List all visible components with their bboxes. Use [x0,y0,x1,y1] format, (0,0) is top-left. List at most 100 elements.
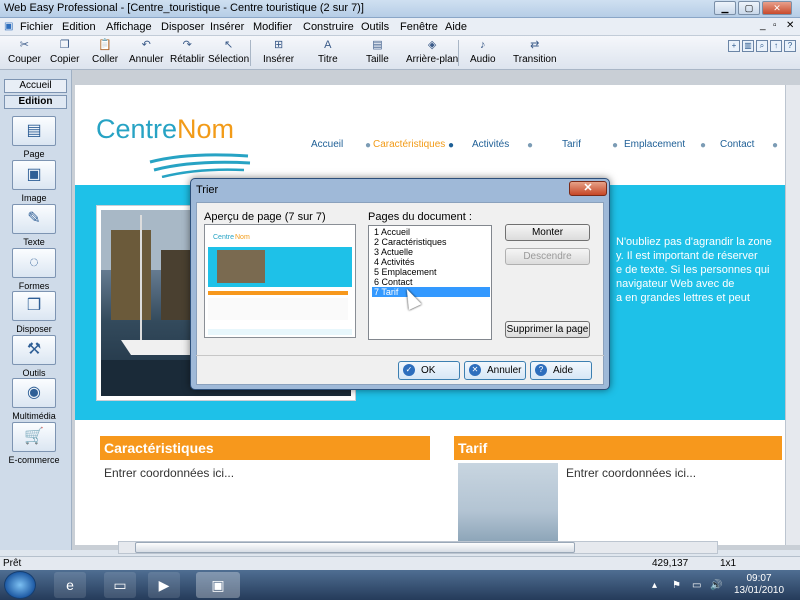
title-label: Titre [318,54,338,65]
page-list-item[interactable]: 2 Caractéristiques [372,237,490,247]
logo-waves [149,153,251,178]
display-icon[interactable]: ▭ [692,580,701,591]
hero-text[interactable]: N'oubliez pas d'agrandir la zone y. Il e… [616,235,784,305]
transition-button[interactable]: ⇄ Transition [513,38,557,65]
network-icon[interactable]: ⚑ [672,580,681,591]
status-coords: 429,137 [652,558,689,569]
delete-page-button[interactable]: Supprimer la page [505,321,590,338]
panel-text[interactable]: ✎ Texte [8,204,60,247]
mini-tool-icon[interactable]: + [728,40,740,52]
move-up-button[interactable]: Monter [505,224,590,241]
title-button[interactable]: A Titre [318,38,338,65]
ok-button[interactable]: ✓ OK [398,361,460,380]
section-caracteristiques-body[interactable]: Entrer coordonnées ici... [104,466,234,480]
section-caracteristiques-title[interactable]: Caractéristiques [100,436,430,460]
page-list-item[interactable]: 5 Emplacement [372,267,490,277]
minimize-button[interactable]: ▁ [714,1,736,15]
dialog-title: Trier [196,184,219,196]
panel-image[interactable]: ▣ Image [8,160,60,203]
site-nav-tarif[interactable]: Tarif [562,139,581,150]
size-button[interactable]: ▤ Taille [366,38,389,65]
maximize-button[interactable]: ▢ [738,1,760,15]
move-down-button[interactable]: Descendre [505,248,590,265]
cancel-button[interactable]: ✕ Annuler [464,361,526,380]
menu-affichage[interactable]: Affichage [106,21,152,33]
page-list-item[interactable]: 4 Activités [372,257,490,267]
panel-ecommerce[interactable]: 🛒 E-commerce [8,422,60,465]
panel-multimedia[interactable]: ◉ Multimédia [8,378,60,421]
page-list-item-selected[interactable]: 7 Tarif [372,287,490,297]
cut-button[interactable]: ✂ Couper [8,38,41,65]
audio-button[interactable]: ♪ Audio [470,38,496,65]
audio-icon: ♪ [480,39,486,51]
site-nav-activites[interactable]: Activités [472,139,509,150]
tab-edition[interactable]: Edition [4,95,67,109]
panel-image-label: Image [21,193,47,203]
section-tarif-body[interactable]: Entrer coordonnées ici... [566,466,696,480]
site-nav-accueil[interactable]: Accueil [311,139,343,150]
tarif-photo[interactable] [458,463,558,543]
doc-minimize-icon[interactable]: _ [760,20,766,31]
logo-part2: Nom [177,114,235,144]
menu-fichier[interactable]: Fichier [20,21,53,33]
volume-icon[interactable]: 🔊 [710,580,722,591]
site-nav-caracteristiques[interactable]: Caractéristiques [373,139,445,150]
doc-close-icon[interactable]: ✕ [786,20,794,31]
menu-inserer[interactable]: Insérer [210,21,244,33]
menu-outils[interactable]: Outils [361,21,389,33]
undo-button[interactable]: ↶ Annuler [129,38,163,65]
start-button[interactable] [4,571,36,599]
menu-aide[interactable]: Aide [445,21,467,33]
page-list-item[interactable]: 3 Actuelle [372,247,490,257]
site-nav-contact[interactable]: Contact [720,139,754,150]
help-button[interactable]: ? Aide [530,361,592,380]
publish-icon[interactable]: ↑ [770,40,782,52]
panel-page[interactable]: ▤ Page [8,116,60,159]
insert-label: Insérer [263,54,295,65]
explorer-icon[interactable]: ▭ [104,572,136,598]
menu-edition[interactable]: Edition [62,21,96,33]
copy-button[interactable]: ❐ Copier [50,38,79,65]
menu-construire[interactable]: Construire [303,21,354,33]
insert-button[interactable]: ⊞ Insérer [263,38,294,65]
site-nav-emplacement[interactable]: Emplacement [624,139,685,150]
redo-button[interactable]: ↷ Rétablir [170,38,204,65]
doc-restore-icon[interactable]: ▫ [773,20,777,31]
status-bar: Prêt 429,137 1x1 [0,556,800,570]
panel-shapes[interactable]: ◌ Formes [8,248,60,291]
background-label: Arrière-plan [406,54,459,65]
menu-modifier[interactable]: Modifier [253,21,292,33]
ie-icon[interactable]: e [54,572,86,598]
media-player-icon[interactable]: ▶ [148,572,180,598]
horizontal-scroll-thumb[interactable] [135,542,575,553]
section-tarif-title[interactable]: Tarif [454,436,782,460]
tray-arrow-icon[interactable]: ▴ [652,580,657,591]
menu-disposer[interactable]: Disposer [161,21,204,33]
webeasy-task-icon[interactable]: ▣ [196,572,240,598]
help-icon[interactable]: ? [784,40,796,52]
paste-label: Coller [92,54,119,65]
panel-arrange[interactable]: ❒ Disposer [8,291,60,334]
app-icon[interactable]: ▣ [4,21,13,32]
dialog-close-button[interactable]: ✕ [569,181,607,196]
book-icon[interactable]: ▥ [742,40,754,52]
clock[interactable]: 09:07 13/01/2010 [728,573,790,597]
vertical-scrollbar[interactable] [785,85,800,545]
paste-button[interactable]: 📋 Coller [92,38,118,65]
select-button[interactable]: ↖ Sélection [208,38,249,65]
page-list-item[interactable]: 6 Contact [372,277,490,287]
menu-fenetre[interactable]: Fenêtre [400,21,438,33]
preview-icon[interactable]: ⌕ [756,40,768,52]
size-icon: ▤ [372,39,383,51]
tab-accueil[interactable]: Accueil [4,79,67,93]
copy-label: Copier [50,54,80,65]
close-button[interactable]: ✕ [762,1,792,15]
page-list-item[interactable]: 1 Accueil [372,227,490,237]
copy-icon: ❐ [59,39,70,51]
cancel-icon: ✕ [469,364,481,376]
window-titlebar: Web Easy Professional - [Centre_touristi… [0,0,800,18]
toolbar-separator [458,40,459,66]
shapes-icon: ◌ [12,248,56,278]
background-button[interactable]: ◈ Arrière-plan [406,38,458,65]
panel-tools[interactable]: ⚒ Outils [8,335,60,378]
